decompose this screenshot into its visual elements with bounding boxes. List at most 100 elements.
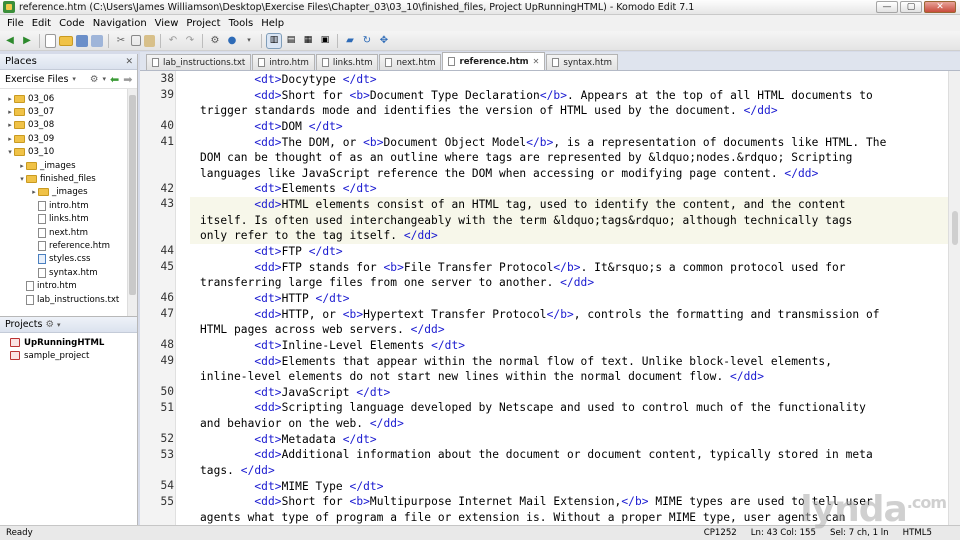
expand-toggle-icon[interactable]: ▸ <box>6 95 14 103</box>
code-line[interactable]: <dd>Short for <b>Document Type Declarati… <box>200 88 948 104</box>
chevron-down-icon[interactable]: ▾ <box>102 75 106 83</box>
places-root-selector[interactable]: Exercise Files <box>5 74 68 85</box>
tree-file[interactable]: links.htm <box>0 213 137 226</box>
menu-view[interactable]: View <box>151 18 183 29</box>
code-line[interactable]: <dt>JavaScript </dt> <box>200 385 948 401</box>
menu-tools[interactable]: Tools <box>225 18 258 29</box>
code-line[interactable]: inline-level elements do not start new l… <box>200 369 948 385</box>
expand-toggle-icon[interactable]: ▸ <box>30 188 38 196</box>
tree-folder[interactable]: ▾ finished_files <box>0 172 137 185</box>
focus-mode-icon[interactable]: ▣ <box>318 34 332 48</box>
code-editor[interactable]: 38 39 40 41 42 43 44 45 46 47 48 49 50 51 52 53 54 55 <dt… <box>140 71 960 525</box>
close-panel-icon[interactable]: ✕ <box>125 57 133 67</box>
tree-file[interactable]: lab_instructions.txt <box>0 293 137 306</box>
paste-icon[interactable] <box>144 34 155 47</box>
code-line[interactable]: <dd>The DOM, or <b>Document Object Model… <box>200 135 948 151</box>
code-line[interactable]: <dt>FTP </dt> <box>200 244 948 260</box>
tree-folder[interactable]: ▸ 03_06 <box>0 92 137 105</box>
save-icon[interactable] <box>76 34 88 47</box>
tree-folder[interactable]: ▸ _images <box>0 159 137 172</box>
places-back-icon[interactable]: ⬅ <box>110 73 119 86</box>
code-line[interactable]: <dd>HTTP, or <b>Hypertext Transfer Proto… <box>200 307 948 323</box>
project-item[interactable]: sample_project <box>0 349 137 362</box>
editor-scrollbar[interactable] <box>948 71 960 525</box>
code-line[interactable]: <dt>Docytype </dt> <box>200 72 948 88</box>
code-line[interactable]: <dd>Additional information about the doc… <box>200 447 948 463</box>
places-scrollbar[interactable] <box>127 89 137 316</box>
code-line[interactable]: trigger standards mode and identifies th… <box>200 103 948 119</box>
expand-toggle-icon[interactable]: ▸ <box>18 162 26 170</box>
code-line[interactable]: <dd>Scripting language developed by Nets… <box>200 400 948 416</box>
project-item[interactable]: UpRunningHTML <box>0 336 137 349</box>
copy-icon[interactable] <box>131 35 141 46</box>
editor-tab[interactable]: reference.htm ✕ <box>442 52 546 70</box>
gear-icon[interactable]: ⚙ <box>45 319 54 330</box>
tree-file[interactable]: intro.htm <box>0 199 137 212</box>
places-forward-icon[interactable]: ➡ <box>123 73 132 86</box>
menu-help[interactable]: Help <box>257 18 288 29</box>
undo-icon[interactable]: ↶ <box>166 34 180 48</box>
tree-file[interactable]: syntax.htm <box>0 266 137 279</box>
redo-icon[interactable]: ↷ <box>183 34 197 48</box>
tree-file[interactable]: next.htm <box>0 226 137 239</box>
tree-file[interactable]: intro.htm <box>0 279 137 292</box>
forward-icon[interactable]: ▶ <box>20 34 34 48</box>
tree-folder[interactable]: ▸ _images <box>0 186 137 199</box>
expand-toggle-icon[interactable]: ▸ <box>6 121 14 129</box>
tree-folder[interactable]: ▸ 03_09 <box>0 132 137 145</box>
tree-folder[interactable]: ▸ 03_08 <box>0 119 137 132</box>
expand-toggle-icon[interactable]: ▸ <box>6 135 14 143</box>
bottom-pane-toggle-icon[interactable]: ▦ <box>301 34 315 48</box>
editor-tab[interactable]: next.htm <box>379 54 442 70</box>
code-line[interactable]: <dt>DOM </dt> <box>200 119 948 135</box>
editor-tab[interactable]: lab_instructions.txt <box>146 54 252 70</box>
menu-code[interactable]: Code <box>55 18 89 29</box>
menu-edit[interactable]: Edit <box>28 18 55 29</box>
expand-toggle-icon[interactable]: ▸ <box>6 108 14 116</box>
back-icon[interactable]: ◀ <box>3 34 17 48</box>
code-line[interactable]: <dd>FTP stands for <b>File Transfer Prot… <box>200 260 948 276</box>
dropdown-arrow-icon[interactable]: ▾ <box>242 34 256 48</box>
close-button[interactable]: ✕ <box>924 1 956 13</box>
status-encoding[interactable]: CP1252 <box>704 528 737 538</box>
right-pane-toggle-icon[interactable]: ▤ <box>284 34 298 48</box>
code-line[interactable]: <dd>Elements that appear within the norm… <box>200 354 948 370</box>
minimize-button[interactable]: — <box>876 1 898 13</box>
code-line[interactable]: HTML pages across web servers. </dd> <box>200 322 948 338</box>
code-text[interactable]: <dt>Docytype </dt> <dd>Short for <b>Docu… <box>200 72 948 525</box>
code-line[interactable]: <dt>HTTP </dt> <box>200 291 948 307</box>
editor-scrollbar-thumb[interactable] <box>952 211 958 245</box>
menu-project[interactable]: Project <box>182 18 224 29</box>
close-tab-icon[interactable]: ✕ <box>533 57 540 66</box>
code-line[interactable]: <dt>Elements </dt> <box>200 181 948 197</box>
code-line[interactable]: tags. </dd> <box>200 463 948 479</box>
code-line[interactable]: itself. Is often used interchangeably wi… <box>200 213 948 229</box>
editor-tab[interactable]: intro.htm <box>252 54 315 70</box>
maximize-button[interactable]: ▢ <box>900 1 922 13</box>
tree-folder[interactable]: ▸ 03_07 <box>0 105 137 118</box>
menu-file[interactable]: File <box>3 18 28 29</box>
browser-preview-icon[interactable]: ● <box>225 34 239 48</box>
tree-file[interactable]: styles.css <box>0 253 137 266</box>
editor-tab[interactable]: syntax.htm <box>546 54 618 70</box>
code-line[interactable]: languages like JavaScript reference the … <box>200 166 948 182</box>
left-pane-toggle-icon[interactable]: ▥ <box>266 32 282 49</box>
expand-toggle-icon[interactable]: ▾ <box>6 148 14 156</box>
code-line[interactable]: and behavior on the web. </dd> <box>200 416 948 432</box>
tree-folder[interactable]: ▾ 03_10 <box>0 146 137 159</box>
open-folder-icon[interactable] <box>59 35 73 46</box>
code-line[interactable]: <dt>Metadata </dt> <box>200 432 948 448</box>
new-file-icon[interactable] <box>45 33 56 48</box>
code-line[interactable]: transferring large files from one server… <box>200 275 948 291</box>
menu-navigation[interactable]: Navigation <box>89 18 151 29</box>
code-line[interactable]: DOM can be thought of as an outline wher… <box>200 150 948 166</box>
expand-toggle-icon[interactable]: ▾ <box>18 175 26 183</box>
chevron-down-icon[interactable]: ▾ <box>57 321 61 329</box>
editor-tab[interactable]: links.htm <box>315 54 379 70</box>
code-line[interactable]: <dt>Inline-Level Elements </dt> <box>200 338 948 354</box>
chevron-down-icon[interactable]: ▾ <box>72 75 76 83</box>
code-line[interactable]: only refer to the tag itself. </dd> <box>200 228 948 244</box>
save-all-icon[interactable] <box>91 34 103 47</box>
refresh-icon[interactable]: ↻ <box>360 34 374 48</box>
code-line[interactable]: <dd>HTML elements consist of an HTML tag… <box>200 197 948 213</box>
